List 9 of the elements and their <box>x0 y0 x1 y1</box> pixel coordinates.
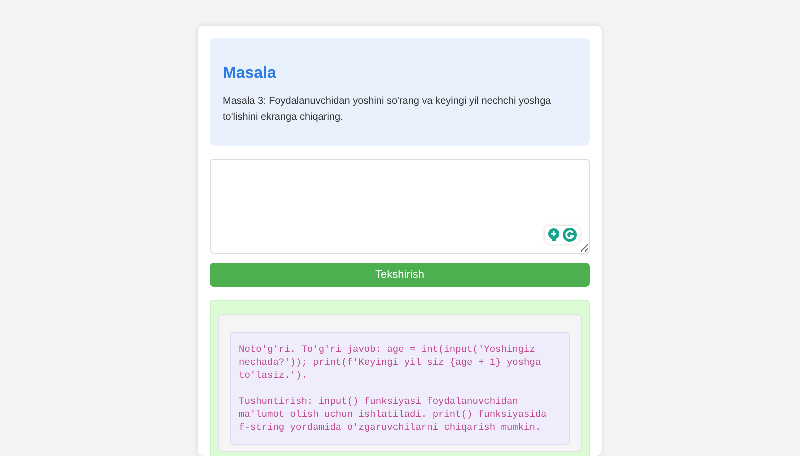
problem-text: Masala 3: Foydalanuvchidan yoshini so'rang va keyingi yil nechchi yoshga to'lishini ekranga chiqaring. <box>223 95 552 125</box>
lightbulb-icon <box>548 228 560 242</box>
writing-assistant-widget[interactable] <box>545 226 580 244</box>
problem-title: Masala <box>223 64 278 84</box>
verdict-text: Noto'g'ri. To'g'ri javob: age = int(input('Yoshingiz nechada?')); print(f'Keyingi yil siz {age + 1} yoshga to'lasiz.'). <box>239 343 542 382</box>
explanation-text: Tushuntirish: input() funksiyasi foydalanuvchidan ma'lumot olish uchun ishlatiladi. print() funksiyasida f-string yordamida o'zgaruvchilarni chiqarish mumkin. <box>239 395 548 434</box>
answer-field[interactable] <box>210 159 590 254</box>
check-button[interactable]: Tekshirish <box>210 263 590 287</box>
g-logo-icon <box>563 228 577 242</box>
